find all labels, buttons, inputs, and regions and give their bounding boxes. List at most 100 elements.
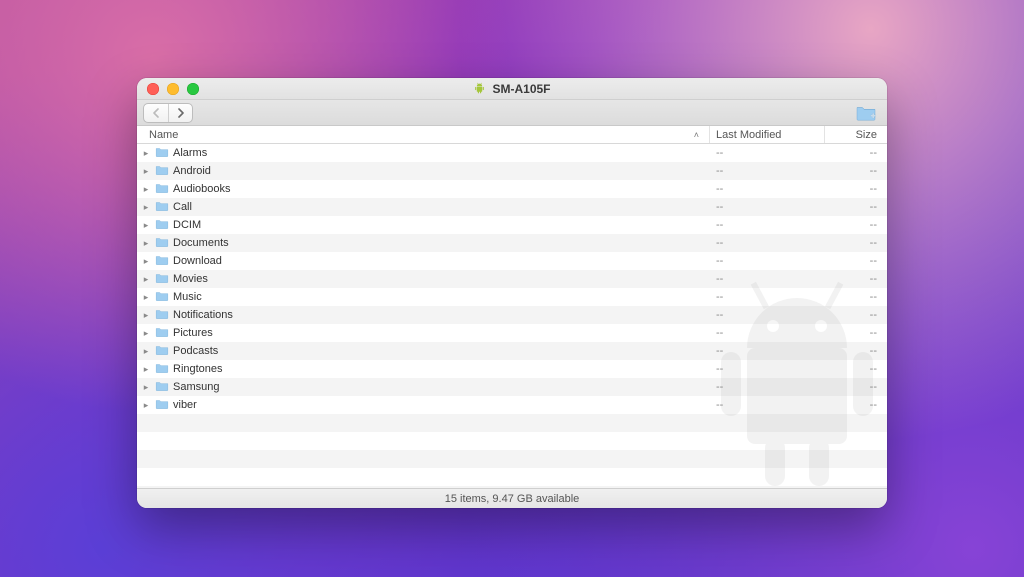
disclosure-chevron-icon[interactable]: ▸ bbox=[141, 256, 151, 267]
folder-icon bbox=[155, 344, 169, 359]
file-name: Audiobooks bbox=[173, 183, 231, 195]
table-row[interactable]: ▸ Movies ---- bbox=[137, 270, 887, 288]
folder-icon bbox=[155, 164, 169, 179]
file-name: Download bbox=[173, 255, 222, 267]
file-modified: -- bbox=[710, 399, 825, 411]
table-row[interactable]: ▸Pictures---- bbox=[137, 324, 887, 342]
file-modified: -- bbox=[710, 309, 825, 321]
disclosure-chevron-icon[interactable]: ▸ bbox=[141, 238, 151, 249]
disclosure-chevron-icon[interactable]: ▸ bbox=[141, 310, 151, 321]
disclosure-chevron-icon[interactable]: ▸ bbox=[141, 274, 151, 285]
column-name[interactable]: Name ˄ bbox=[137, 126, 710, 143]
table-row[interactable]: ▸Notifications---- bbox=[137, 306, 887, 324]
table-row[interactable]: ▸ Audiobooks ---- bbox=[137, 180, 887, 198]
table-row[interactable]: ▸Android---- bbox=[137, 162, 887, 180]
folder-icon bbox=[155, 182, 169, 197]
table-row[interactable]: ▸viber---- bbox=[137, 396, 887, 414]
file-name: Alarms bbox=[173, 147, 207, 159]
window-title: SM-A105F bbox=[137, 78, 887, 99]
file-size: -- bbox=[825, 219, 887, 231]
disclosure-chevron-icon[interactable]: ▸ bbox=[141, 220, 151, 231]
disclosure-chevron-icon[interactable]: ▸ bbox=[141, 166, 151, 177]
status-bar: 15 items, 9.47 GB available bbox=[137, 488, 887, 508]
folder-icon bbox=[155, 398, 169, 413]
table-row[interactable]: ▸ Call ---- bbox=[137, 198, 887, 216]
file-size: -- bbox=[825, 237, 887, 249]
column-headers: Name ˄ Last Modified Size bbox=[137, 126, 887, 144]
file-size: -- bbox=[825, 255, 887, 267]
forward-button[interactable] bbox=[168, 104, 192, 122]
column-last-modified[interactable]: Last Modified bbox=[710, 126, 825, 143]
column-name-label: Name bbox=[149, 129, 178, 141]
file-name: Music bbox=[173, 291, 202, 303]
file-name: Documents bbox=[173, 237, 229, 249]
file-size: -- bbox=[825, 147, 887, 159]
folder-icon bbox=[155, 380, 169, 395]
disclosure-chevron-icon[interactable]: ▸ bbox=[141, 184, 151, 195]
file-size: -- bbox=[825, 363, 887, 375]
titlebar[interactable]: SM-A105F bbox=[137, 78, 887, 100]
file-name: Podcasts bbox=[173, 345, 218, 357]
file-size: -- bbox=[825, 183, 887, 195]
table-row[interactable]: ▸Ringtones---- bbox=[137, 360, 887, 378]
status-text: 15 items, 9.47 GB available bbox=[445, 493, 580, 505]
file-size: -- bbox=[825, 291, 887, 303]
file-size: -- bbox=[825, 201, 887, 213]
file-modified: -- bbox=[710, 273, 825, 285]
file-name: DCIM bbox=[173, 219, 201, 231]
folder-icon bbox=[155, 308, 169, 323]
folder-icon bbox=[155, 236, 169, 251]
file-name: Movies bbox=[173, 273, 208, 285]
new-folder-button[interactable] bbox=[851, 102, 881, 124]
file-modified: -- bbox=[710, 147, 825, 159]
table-row[interactable]: ▸Samsung---- bbox=[137, 378, 887, 396]
file-modified: -- bbox=[710, 183, 825, 195]
folder-icon bbox=[155, 326, 169, 341]
folder-icon bbox=[155, 290, 169, 305]
table-row[interactable]: ▸ Download ---- bbox=[137, 252, 887, 270]
zoom-icon[interactable] bbox=[187, 83, 199, 95]
file-modified: -- bbox=[710, 381, 825, 393]
nav-buttons bbox=[143, 103, 193, 123]
file-name: Notifications bbox=[173, 309, 233, 321]
file-size: -- bbox=[825, 399, 887, 411]
table-row[interactable]: ▸ DCIM ---- bbox=[137, 216, 887, 234]
file-modified: -- bbox=[710, 255, 825, 267]
column-size[interactable]: Size bbox=[825, 126, 887, 143]
table-row[interactable]: ▸ Alarms ---- bbox=[137, 144, 887, 162]
column-size-label: Size bbox=[856, 129, 877, 141]
toolbar bbox=[137, 100, 887, 126]
disclosure-chevron-icon[interactable]: ▸ bbox=[141, 382, 151, 393]
table-row[interactable]: ▸ Music ---- bbox=[137, 288, 887, 306]
file-name: Call bbox=[173, 201, 192, 213]
window-controls bbox=[137, 83, 199, 95]
file-size: -- bbox=[825, 273, 887, 285]
disclosure-chevron-icon[interactable]: ▸ bbox=[141, 292, 151, 303]
file-name: Android bbox=[173, 165, 211, 177]
file-modified: -- bbox=[710, 219, 825, 231]
title-text: SM-A105F bbox=[492, 82, 550, 96]
close-icon[interactable] bbox=[147, 83, 159, 95]
file-name: Samsung bbox=[173, 381, 219, 393]
table-row[interactable]: ▸Documents---- bbox=[137, 234, 887, 252]
disclosure-chevron-icon[interactable]: ▸ bbox=[141, 202, 151, 213]
folder-icon bbox=[155, 218, 169, 233]
table-row[interactable]: ▸Podcasts---- bbox=[137, 342, 887, 360]
file-modified: -- bbox=[710, 201, 825, 213]
sort-indicator-icon: ˄ bbox=[694, 130, 703, 140]
file-size: -- bbox=[825, 165, 887, 177]
disclosure-chevron-icon[interactable]: ▸ bbox=[141, 400, 151, 411]
disclosure-chevron-icon[interactable]: ▸ bbox=[141, 328, 151, 339]
folder-icon bbox=[155, 146, 169, 161]
column-modified-label: Last Modified bbox=[716, 129, 781, 141]
file-modified: -- bbox=[710, 345, 825, 357]
folder-icon bbox=[155, 362, 169, 377]
file-list[interactable]: ▸Alarms----▸Android----▸Audiobooks----▸C… bbox=[137, 144, 887, 488]
file-name: Pictures bbox=[173, 327, 213, 339]
disclosure-chevron-icon[interactable]: ▸ bbox=[141, 364, 151, 375]
disclosure-chevron-icon[interactable]: ▸ bbox=[141, 148, 151, 159]
back-button[interactable] bbox=[144, 104, 168, 122]
minimize-icon[interactable] bbox=[167, 83, 179, 95]
disclosure-chevron-icon[interactable]: ▸ bbox=[141, 346, 151, 357]
file-modified: -- bbox=[710, 291, 825, 303]
